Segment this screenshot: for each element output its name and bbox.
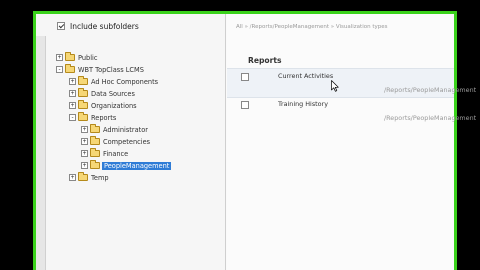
collapse-toggle-icon[interactable]: -: [56, 66, 63, 73]
report-browser-window: Include subfolders + Public - WBT TopCla…: [33, 11, 476, 270]
tree-item-label: WBT TopClass LCMS: [78, 65, 144, 74]
folder-icon: [90, 136, 100, 145]
expand-toggle-icon[interactable]: +: [81, 150, 88, 157]
expand-toggle-icon[interactable]: +: [56, 54, 63, 61]
expand-toggle-icon[interactable]: +: [69, 102, 76, 109]
report-title[interactable]: Current Activities: [278, 72, 333, 80]
tree-item-peoplemanagement[interactable]: + PeopleManagement: [81, 160, 172, 171]
tree-item-label: Public: [78, 53, 98, 62]
report-list-panel: All » /Reports/PeopleManagement » Visual…: [227, 14, 476, 270]
report-checkbox[interactable]: [241, 101, 249, 109]
tree-item-reports[interactable]: - Reports: [69, 112, 117, 123]
tree-item-administrator[interactable]: + Administrator: [81, 124, 149, 135]
tree-item-competencies[interactable]: + Competencies: [81, 136, 151, 147]
tree-item-label: Administrator: [103, 125, 148, 134]
folder-icon: [78, 76, 88, 85]
expand-toggle-icon[interactable]: +: [69, 174, 76, 181]
folder-icon: [78, 172, 88, 181]
tree-item-ad-hoc-components[interactable]: + Ad Hoc Components: [69, 76, 159, 87]
screen: Include subfolders + Public - WBT TopCla…: [0, 0, 480, 270]
tree-item-organizations[interactable]: + Organizations: [69, 100, 138, 111]
tree-item-data-sources[interactable]: + Data Sources: [69, 88, 136, 99]
folder-icon: [78, 100, 88, 109]
tree-item-label: Organizations: [91, 101, 137, 110]
report-row-current-activities[interactable]: Current Activities /Reports/PeopleManage…: [227, 68, 476, 98]
report-path: /Reports/PeopleManagement: [384, 114, 477, 122]
tree-item-label: Competencies: [103, 137, 151, 146]
folder-icon: [78, 112, 88, 121]
expand-toggle-icon[interactable]: +: [81, 126, 88, 133]
folder-icon: [90, 160, 100, 169]
tree-item-label-selected: PeopleManagement: [102, 161, 172, 170]
tree-item-temp[interactable]: + Temp: [69, 172, 110, 183]
folder-icon: [90, 148, 100, 157]
tree-item-public[interactable]: + Public: [56, 52, 99, 63]
section-title: Reports: [248, 56, 282, 65]
expand-toggle-icon[interactable]: +: [81, 162, 88, 169]
report-path: /Reports/PeopleManagement: [384, 86, 477, 94]
folder-icon: [90, 124, 100, 133]
folder-icon: [78, 88, 88, 97]
include-subfolders-label: Include subfolders: [70, 21, 139, 31]
folder-tree-panel: Include subfolders + Public - WBT TopCla…: [36, 14, 226, 270]
breadcrumb[interactable]: All » /Reports/PeopleManagement » Visual…: [236, 24, 388, 30]
include-subfolders-checkbox[interactable]: [57, 22, 65, 30]
folder-icon: [65, 64, 75, 73]
report-checkbox[interactable]: [241, 73, 249, 81]
tree-item-label: Ad Hoc Components: [91, 77, 159, 86]
tree-item-label: Finance: [103, 149, 129, 158]
report-title[interactable]: Training History: [278, 100, 328, 108]
tree-item-finance[interactable]: + Finance: [81, 148, 129, 159]
expand-toggle-icon[interactable]: +: [69, 78, 76, 85]
include-subfolders-row[interactable]: Include subfolders: [57, 19, 139, 33]
folder-icon: [65, 52, 75, 61]
tree-scrollbar[interactable]: [36, 36, 46, 270]
report-row-training-history[interactable]: Training History /Reports/PeopleManageme…: [227, 97, 476, 127]
mouse-pointer-icon: [331, 80, 339, 92]
tree-item-label: Reports: [91, 113, 117, 122]
tree-item-label: Temp: [91, 173, 109, 182]
expand-toggle-icon[interactable]: +: [69, 90, 76, 97]
collapse-toggle-icon[interactable]: -: [69, 114, 76, 121]
tree-item-label: Data Sources: [91, 89, 135, 98]
expand-toggle-icon[interactable]: +: [81, 138, 88, 145]
tree-item-wbt-topclass-lcms[interactable]: - WBT TopClass LCMS: [56, 64, 145, 75]
